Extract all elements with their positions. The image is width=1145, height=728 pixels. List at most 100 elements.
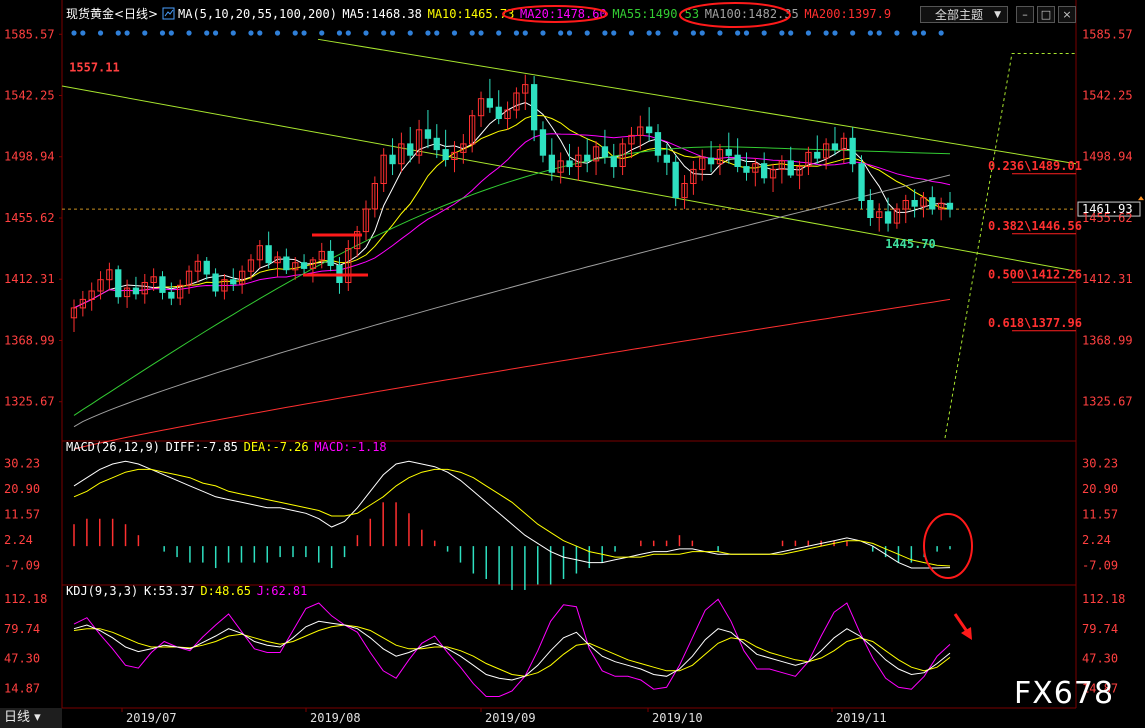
macd-tick-label: 2.24 <box>4 533 33 547</box>
ma200-line <box>73 298 951 450</box>
close-button[interactable]: × <box>1058 6 1076 23</box>
macd-tick-label: 30.23 <box>4 456 40 470</box>
signal-dot <box>717 30 723 36</box>
candle-body <box>203 260 210 275</box>
candle-body <box>654 132 662 156</box>
signal-dot <box>743 30 750 36</box>
price-tick-label: 1585.57 <box>4 27 55 41</box>
signal-dot <box>389 30 396 36</box>
ma55-line <box>73 146 951 416</box>
signal-dot <box>71 30 77 36</box>
kdj-tick-label: 112.18 <box>4 592 47 606</box>
period-tab-daily[interactable]: 日线 ▾ <box>0 708 62 728</box>
signal-dot <box>248 30 254 36</box>
price-tick-label: 1412.31 <box>4 272 55 286</box>
fib-level-label: 0.618\1377.96 <box>988 316 1082 330</box>
theme-dropdown[interactable]: 全部主题 ▼ <box>920 6 1008 23</box>
price-tick-label: 1498.94 <box>1082 150 1133 164</box>
time-axis-label: 2019/11 <box>836 711 887 725</box>
signal-dot <box>823 30 829 36</box>
price-tick-label: 1412.31 <box>1082 272 1133 286</box>
candle-body <box>433 137 440 151</box>
candle-body <box>787 160 794 176</box>
signal-dot <box>832 30 838 36</box>
signal-dot <box>97 30 104 36</box>
signal-dot <box>867 30 873 36</box>
period-tab-label: 日线 <box>4 710 31 725</box>
signal-dot <box>469 30 475 36</box>
macd-tick-label: -7.09 <box>1082 559 1118 573</box>
legend-item: DIFF:-7.85 <box>166 440 238 454</box>
candle-body <box>814 151 821 159</box>
signal-dot <box>407 30 413 36</box>
signal-dot <box>336 30 343 36</box>
macd-tick-label: 11.57 <box>1082 507 1118 521</box>
macd-values-legend: DIFF:-7.85 DEA:-7.26 MACD:-1.18 <box>166 440 387 454</box>
candle-body <box>884 211 892 224</box>
price-tick-label: 1325.67 <box>4 395 55 409</box>
theme-dropdown-label: 全部主题 <box>935 8 984 22</box>
layout-button[interactable]: □ <box>1037 6 1055 23</box>
candle-body <box>159 276 166 293</box>
high-price-label: 1557.11 <box>69 60 120 74</box>
candle-body <box>389 154 396 165</box>
legend-item: MA200:1397.9 <box>804 7 891 21</box>
signal-dot <box>558 30 564 36</box>
signal-dot <box>850 30 856 36</box>
candle-body <box>584 154 591 162</box>
signal-dot <box>319 30 325 36</box>
candle-body <box>867 200 874 218</box>
kdj-d-line <box>73 624 951 677</box>
candle-body <box>743 166 750 173</box>
candle-body <box>725 149 732 156</box>
signal-dot <box>257 30 263 36</box>
candle-body <box>168 291 175 299</box>
candle-body <box>531 84 538 131</box>
price-up-marker-icon <box>1138 196 1144 201</box>
minimize-button[interactable]: – <box>1016 6 1034 23</box>
candle-body <box>265 245 272 264</box>
low-price-label: 1445.70 <box>885 237 936 251</box>
candle-body <box>327 250 334 266</box>
macd-title: MACD(26,12,9) <box>66 440 160 454</box>
signal-dot <box>655 30 661 36</box>
kdj-tick-label: 47.30 <box>4 652 40 666</box>
signal-dot <box>292 30 298 36</box>
candle-body <box>646 126 653 134</box>
price-tick-label: 1498.94 <box>4 150 55 164</box>
signal-dot <box>912 30 918 36</box>
indicator-settings-icon[interactable] <box>162 7 175 20</box>
candle-body <box>424 129 432 139</box>
legend-item: MA5:1468.38 <box>342 7 421 21</box>
signal-dot <box>434 30 440 36</box>
candle-body <box>548 154 556 173</box>
signal-dot <box>212 30 219 36</box>
kdj-tick-label: 79.74 <box>1082 622 1118 636</box>
ma-params: MA(5,10,20,55,100,200) <box>178 7 337 21</box>
signal-dot <box>80 30 86 36</box>
chart-canvas[interactable]: 1557.11 1445.70 0.236\1489.01 0.382\1446.56… <box>0 0 1145 728</box>
time-axis-label: 2019/07 <box>126 711 177 725</box>
kdj-j-line <box>73 598 951 697</box>
candle-body <box>734 154 741 167</box>
chevron-down-icon: ▼ <box>994 10 1001 20</box>
signal-dot <box>363 30 369 36</box>
ma100-line <box>73 174 951 428</box>
signal-dot <box>584 30 590 36</box>
candle-body <box>283 256 290 271</box>
signal-dot <box>478 30 484 36</box>
signal-dot <box>779 30 785 36</box>
candle-body <box>539 129 547 156</box>
candle-body <box>610 156 617 168</box>
candle-body <box>300 262 308 269</box>
macd-tick-label: 20.90 <box>1082 482 1118 496</box>
signal-dot <box>381 30 387 36</box>
kdj-tick-label: 47.30 <box>1082 652 1118 666</box>
candle-body <box>761 163 768 179</box>
candle-body <box>212 273 219 292</box>
price-tick-label: 1325.67 <box>1082 395 1133 409</box>
candle-body <box>601 146 609 158</box>
signal-dot <box>566 30 573 36</box>
kdj-tick-label: 79.74 <box>4 622 40 636</box>
signal-dot <box>274 30 281 36</box>
